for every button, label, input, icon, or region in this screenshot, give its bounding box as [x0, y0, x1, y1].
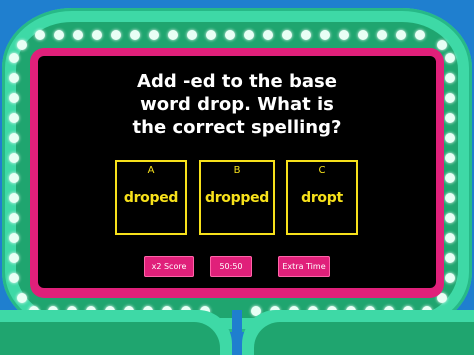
bulb-light — [9, 273, 19, 283]
bulb-light — [445, 53, 455, 63]
bulb-light — [225, 30, 235, 40]
bulb-light — [54, 30, 64, 40]
bulb-light — [9, 193, 19, 203]
bulb-light — [9, 133, 19, 143]
bulb-light — [320, 30, 330, 40]
answer-option-b[interactable]: B dropped — [199, 160, 275, 235]
bulb-light — [301, 30, 311, 40]
answer-option-a[interactable]: A droped — [115, 160, 187, 235]
bulb-light — [415, 30, 425, 40]
bulb-light — [9, 93, 19, 103]
bulb-light — [9, 213, 19, 223]
answer-letter: B — [233, 165, 241, 176]
bulb-light — [445, 113, 455, 123]
answer-letter: A — [147, 165, 155, 176]
bulb-light — [111, 30, 121, 40]
bulb-light — [244, 30, 254, 40]
bulb-light — [445, 213, 455, 223]
bulb-light — [377, 30, 387, 40]
bulb-light — [9, 153, 19, 163]
bulb-light — [187, 30, 197, 40]
answer-text: dropt — [301, 190, 343, 206]
bulb-light — [445, 133, 455, 143]
fifty-fifty-button[interactable]: 50:50 — [210, 256, 252, 277]
question-text: Add -ed to the base word drop. What is t… — [132, 71, 342, 138]
bulb-light — [168, 30, 178, 40]
bulb-light — [9, 253, 19, 263]
bulb-light — [149, 30, 159, 40]
bulb-light — [445, 273, 455, 283]
bulb-light — [9, 73, 19, 83]
bulb-light — [445, 153, 455, 163]
bulb-light — [396, 30, 406, 40]
bulb-light — [9, 113, 19, 123]
bulb-light — [17, 293, 27, 303]
bulb-light — [445, 253, 455, 263]
bulb-light — [445, 73, 455, 83]
bulb-light — [130, 30, 140, 40]
bulb-light — [92, 30, 102, 40]
game-stage: Add -ed to the base word drop. What is t… — [0, 0, 474, 355]
bulb-light — [445, 93, 455, 103]
stand-right-inner — [254, 322, 474, 355]
bulb-light — [73, 30, 83, 40]
extra-time-button[interactable]: Extra Time — [278, 256, 330, 277]
double-score-button[interactable]: x2 Score — [144, 256, 194, 277]
bulb-light — [437, 40, 447, 50]
bulb-light — [17, 40, 27, 50]
bulb-light — [445, 173, 455, 183]
bulb-light — [445, 193, 455, 203]
stand-left-inner — [0, 322, 220, 355]
bulb-light — [282, 30, 292, 40]
bulb-light — [9, 233, 19, 243]
answer-letter: C — [318, 165, 326, 176]
answer-option-c[interactable]: C dropt — [286, 160, 358, 235]
stand-gap — [232, 310, 242, 355]
answer-text: dropped — [204, 190, 269, 206]
bulb-light — [9, 53, 19, 63]
answer-text: droped — [123, 190, 179, 206]
bulb-light — [339, 30, 349, 40]
bulb-light — [35, 30, 45, 40]
bulb-light — [9, 173, 19, 183]
bulb-light — [358, 30, 368, 40]
bulb-light — [206, 30, 216, 40]
bulb-light — [263, 30, 273, 40]
bulb-light — [445, 233, 455, 243]
